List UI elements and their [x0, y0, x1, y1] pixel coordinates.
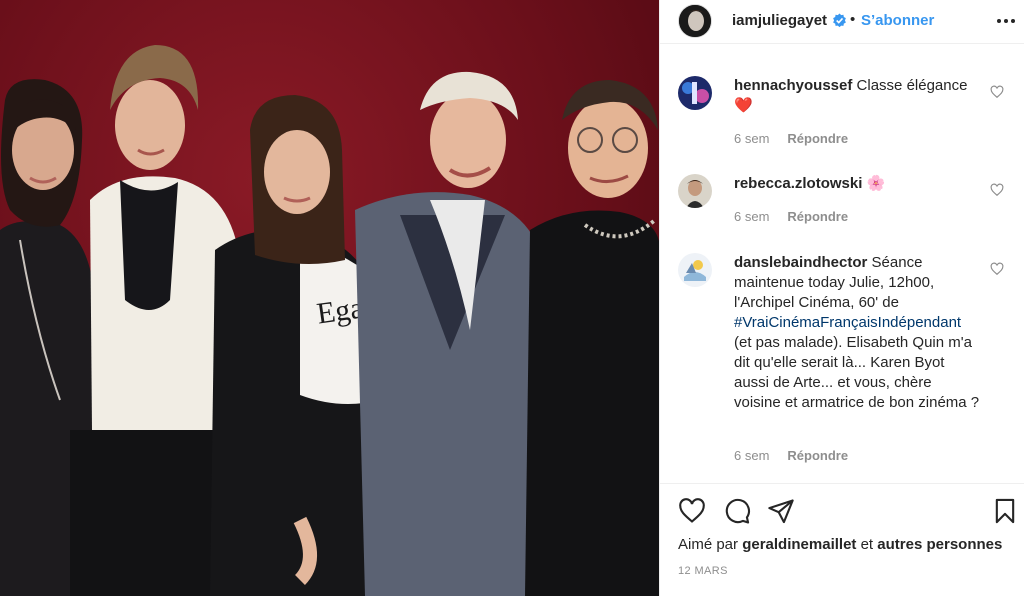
reply-button[interactable]: Répondre [787, 448, 848, 463]
reply-button[interactable]: Répondre [787, 209, 848, 224]
author-username[interactable]: iamjuliegayet [732, 12, 827, 29]
blossom-emoji-icon: 🌸 [866, 175, 886, 192]
liked-prefix: Aimé par [678, 536, 739, 553]
commenter-avatar[interactable] [678, 174, 712, 208]
post-date: 12 MARS [678, 565, 728, 577]
comment-text: hennachyoussef Classe élégance ❤️ [734, 76, 980, 116]
comment-message-continued: (et pas malade). Elisabeth Quin m'a dit … [734, 334, 980, 411]
header-separator: • [850, 11, 856, 28]
comment-meta: 6 sem Répondre [734, 131, 848, 146]
save-icon[interactable] [991, 497, 1019, 525]
like-comment-heart-icon[interactable] [990, 85, 1004, 99]
post-sidebar: iamjuliegayet • S’abonner hennachyoussef… [659, 0, 1024, 596]
commenter-avatar[interactable] [678, 76, 712, 110]
share-icon[interactable] [767, 497, 795, 525]
comment-message: Classe élégance [856, 77, 968, 94]
liked-by-text: Aimé par geraldinemaillet et autres pers… [678, 536, 1002, 553]
liked-user-link[interactable]: geraldinemaillet [742, 536, 856, 553]
group-portrait-illustration: Egalit [0, 45, 659, 596]
reply-button[interactable]: Répondre [787, 131, 848, 146]
hashtag-link[interactable]: #VraiCinémaFrançaisIndépendant [734, 314, 961, 331]
post-photo[interactable]: Egalit [0, 0, 659, 596]
comment-meta: 6 sem Répondre [734, 209, 848, 224]
more-options-icon[interactable] [996, 12, 1016, 30]
commenter-username[interactable]: rebecca.zlotowski [734, 175, 862, 192]
comment-text: danslebaindhector Séance maintenue today… [734, 253, 980, 413]
post-actions: Aimé par geraldinemaillet et autres pers… [660, 483, 1024, 596]
like-comment-heart-icon[interactable] [990, 262, 1004, 276]
author-avatar[interactable] [678, 4, 712, 38]
liked-and: et [860, 536, 874, 553]
comment-meta: 6 sem Répondre [734, 448, 848, 463]
person-4-figure [355, 71, 545, 596]
commenter-avatar[interactable] [678, 253, 712, 287]
comment-age: 6 sem [734, 448, 770, 463]
comment-age: 6 sem [734, 131, 770, 146]
follow-button[interactable]: S’abonner [861, 12, 934, 29]
heart-emoji-icon: ❤️ [734, 97, 753, 114]
comment-age: 6 sem [734, 209, 770, 224]
comment-icon[interactable] [723, 497, 751, 525]
liked-others-link[interactable]: autres personnes [877, 536, 1002, 553]
comments-list[interactable]: hennachyoussef Classe élégance ❤️ 6 sem R… [660, 45, 1024, 483]
person-5-figure [525, 80, 659, 596]
like-comment-heart-icon[interactable] [990, 183, 1004, 197]
commenter-username[interactable]: danslebaindhector [734, 254, 867, 271]
comment-text: rebecca.zlotowski 🌸 [734, 174, 980, 194]
post-header: iamjuliegayet • S’abonner [660, 0, 1024, 44]
commenter-username[interactable]: hennachyoussef [734, 77, 852, 94]
heart-icon[interactable] [678, 497, 706, 525]
verified-badge-icon [832, 13, 847, 28]
